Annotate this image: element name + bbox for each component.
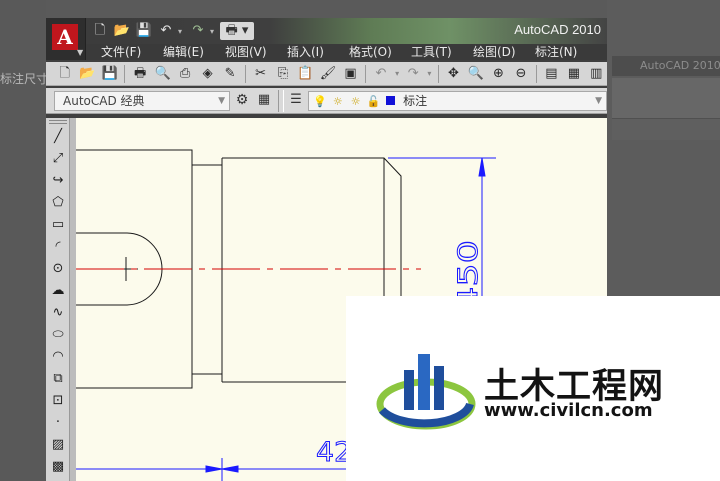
watermark-url: www.civilcn.com	[484, 400, 653, 421]
unlock-icon: 🔓	[366, 95, 381, 108]
dim-arrow-top	[478, 157, 486, 177]
undo-icon[interactable]: ↶	[156, 22, 176, 40]
sun-icon: ☼	[332, 95, 343, 108]
menu-format[interactable]: 格式(O)	[334, 44, 396, 60]
tool-palettes-icon[interactable]: ▥	[586, 64, 607, 84]
undo-dropdown-icon[interactable]: ▾	[393, 64, 402, 84]
toolbar-separator	[437, 64, 439, 83]
draw-toolbar: ╱ ⤢ ↪ ⬠ ▭ ◜ ⊙ ☁ ∿ ⬭ ◠ ⧉ ⊡ · ▨ ▩	[46, 118, 70, 481]
circle-icon[interactable]: ⊙	[46, 258, 70, 280]
open-icon[interactable]: 📂	[112, 22, 132, 40]
layer-manager-icon[interactable]: ☰	[286, 92, 306, 110]
match-properties-icon[interactable]: 🖌	[317, 64, 338, 84]
background-window-label: 标注尺寸	[0, 72, 49, 86]
toolbar-separator	[365, 64, 367, 83]
new-icon[interactable]: 🗋	[54, 64, 75, 84]
zoom-previous-icon[interactable]: ⊖	[510, 64, 531, 84]
ellipse-arc-icon[interactable]: ◠	[46, 346, 70, 368]
3d-dwf-icon[interactable]: ◈	[197, 64, 218, 84]
dim-arrow-right	[221, 465, 239, 473]
window-title: AutoCAD 2010	[514, 22, 601, 37]
undo-dropdown-icon[interactable]: ▾	[178, 27, 186, 36]
menu-tools[interactable]: 工具(T)	[396, 44, 458, 60]
pan-icon[interactable]: ✥	[443, 64, 464, 84]
menu-edit[interactable]: 编辑(E)	[148, 44, 210, 60]
standard-toolbar: 🗋 📂 💾 🖶 🔍 ⎙ ◈ ✎ ✂ ⎘ 📋 🖌 ▣ ↶ ▾ ↷ ▾ ✥ 🔍 ⊕ …	[46, 62, 607, 86]
watermark: 土木工程网 www.civilcn.com	[346, 296, 720, 481]
ellipse-icon[interactable]: ⬭	[46, 324, 70, 346]
copy-icon[interactable]: ⎘	[272, 64, 293, 84]
background-toolbar	[612, 78, 720, 118]
viewport-freeze-icon: ☼	[350, 95, 361, 108]
publish-icon[interactable]: ⎙	[174, 64, 195, 84]
design-center-icon[interactable]: ▦	[563, 64, 584, 84]
background-toolbar-2	[612, 118, 720, 140]
gradient-icon[interactable]: ▩	[46, 456, 70, 478]
spline-icon[interactable]: ∿	[46, 302, 70, 324]
toolbar-grip	[49, 120, 67, 124]
save-icon[interactable]: 💾	[134, 22, 154, 40]
quick-access-toolbar: 🗋 📂 💾 ↶ ▾ ↷ ▾ 🖶 ▾	[90, 20, 254, 42]
toolbar-grip	[278, 90, 284, 112]
chevron-down-icon: ▼	[218, 96, 225, 106]
zoom-realtime-icon[interactable]: 🔍	[465, 64, 486, 84]
workspace-settings-icon[interactable]: ▦	[254, 92, 274, 110]
menu-insert[interactable]: 插入(I)	[272, 44, 334, 60]
menu-view[interactable]: 视图(V)	[210, 44, 272, 60]
application-menu-button[interactable]: A ▼	[46, 18, 86, 60]
revision-cloud-icon[interactable]: ☁	[46, 280, 70, 302]
layer-select-value: 标注	[403, 94, 428, 108]
layer-color-swatch	[386, 96, 396, 105]
plot-preview-icon[interactable]: 🔍	[152, 64, 173, 84]
cut-icon[interactable]: ✂	[250, 64, 271, 84]
properties-icon[interactable]: ▤	[541, 64, 562, 84]
open-icon[interactable]: 📂	[76, 64, 97, 84]
toolbar-separator	[535, 64, 537, 83]
save-icon[interactable]: 💾	[99, 64, 120, 84]
polyline-icon[interactable]: ↪	[46, 170, 70, 192]
gear-icon[interactable]: ⚙	[232, 92, 252, 110]
toolbar-separator	[244, 64, 246, 83]
hatch-icon[interactable]: ▨	[46, 434, 70, 456]
plot-icon[interactable]: 🖶	[129, 64, 150, 84]
redo-icon[interactable]: ↷	[188, 22, 208, 40]
toolbar-separator	[124, 64, 126, 83]
insert-block-icon[interactable]: ⧉	[46, 368, 70, 390]
polygon-icon[interactable]: ⬠	[46, 192, 70, 214]
chevron-down-icon: ▼	[77, 48, 84, 57]
workspace-layer-toolbar: AutoCAD 经典 ▼ ⚙ ▦ ☰ 💡 ☼ ☼ 🔓 标注 ▼	[46, 88, 607, 114]
construction-line-icon[interactable]: ⤢	[46, 148, 70, 170]
layer-select[interactable]: 💡 ☼ ☼ 🔓 标注 ▼	[308, 91, 607, 111]
plot-icon[interactable]: 🖶 ▾	[220, 22, 254, 40]
undo-icon[interactable]: ↶	[370, 64, 391, 84]
etransmit-icon[interactable]: ✎	[219, 64, 240, 84]
title-bar: 🗋 📂 💾 ↶ ▾ ↷ ▾ 🖶 ▾ AutoCAD 2010	[46, 18, 607, 44]
redo-dropdown-icon[interactable]: ▾	[425, 64, 434, 84]
civilcn-logo-icon	[376, 354, 476, 430]
menu-bar: 文件(F) 编辑(E) 视图(V) 插入(I) 格式(O) 工具(T) 绘图(D…	[86, 44, 607, 60]
vertical-dimension: 450	[388, 157, 496, 318]
workspace-select[interactable]: AutoCAD 经典 ▼	[54, 91, 230, 111]
redo-dropdown-icon[interactable]: ▾	[210, 27, 218, 36]
autocad-logo-icon: A	[52, 24, 78, 50]
redo-icon[interactable]: ↷	[402, 64, 423, 84]
make-block-icon[interactable]: ⊡	[46, 390, 70, 412]
point-icon[interactable]: ·	[46, 412, 70, 434]
zoom-window-icon[interactable]: ⊕	[488, 64, 509, 84]
background-window-title: AutoCAD 2010	[612, 56, 720, 76]
chevron-down-icon: ▼	[595, 96, 602, 106]
menu-dimension[interactable]: 标注(N)	[520, 44, 582, 60]
paste-icon[interactable]: 📋	[295, 64, 316, 84]
lightbulb-icon: 💡	[313, 95, 327, 108]
menu-draw[interactable]: 绘图(D)	[458, 44, 520, 60]
centerline-group	[76, 257, 421, 281]
block-editor-icon[interactable]: ▣	[340, 64, 361, 84]
workspace-select-value: AutoCAD 经典	[63, 94, 145, 108]
line-icon[interactable]: ╱	[46, 126, 70, 148]
new-icon[interactable]: 🗋	[90, 22, 110, 40]
rectangle-icon[interactable]: ▭	[46, 214, 70, 236]
dim-arrow-left	[205, 465, 223, 473]
arc-icon[interactable]: ◜	[46, 236, 70, 258]
menu-file[interactable]: 文件(F)	[86, 44, 148, 60]
